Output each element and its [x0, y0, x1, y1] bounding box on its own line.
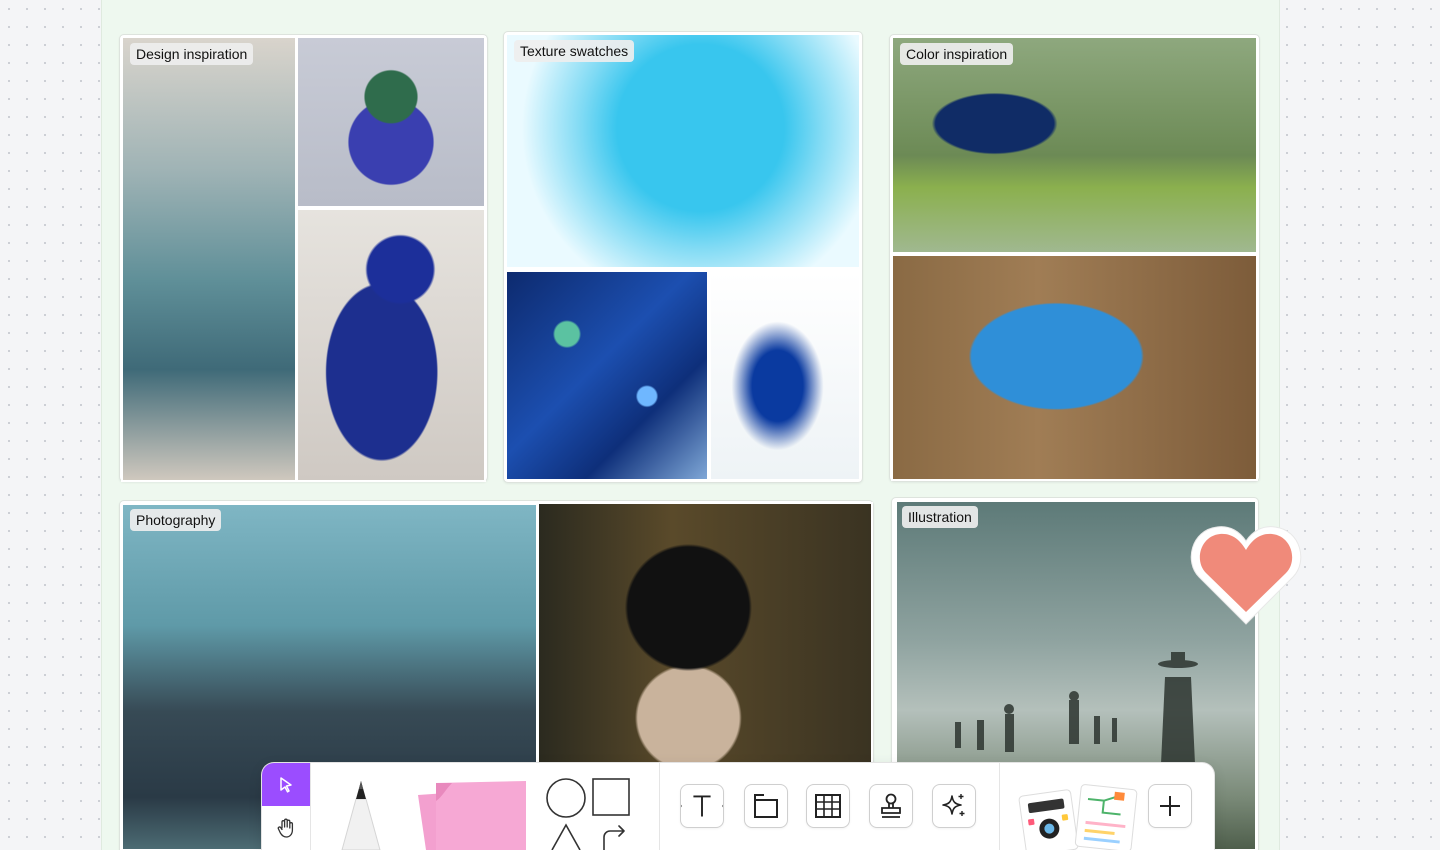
toolbar-divider — [310, 763, 311, 850]
sticky-note-tool-button[interactable] — [412, 779, 530, 850]
plus-icon — [1160, 796, 1180, 816]
bottom-toolbar: Jambot — [262, 763, 1214, 850]
text-icon — [681, 795, 723, 817]
powder-photo[interactable] — [505, 33, 861, 269]
sparkle-icon — [942, 794, 965, 816]
frame-tool-button[interactable] — [744, 784, 788, 828]
section-label: Photography — [130, 509, 222, 531]
cursor-icon — [280, 776, 292, 793]
bow-fashion-photo[interactable] — [296, 36, 486, 208]
design-inspiration-frame[interactable]: Design inspiration — [119, 34, 488, 482]
chameleon-photo[interactable] — [891, 254, 1258, 481]
table-icon — [815, 794, 841, 818]
text-tool-button[interactable] — [680, 784, 724, 828]
table-tool-button[interactable] — [806, 784, 850, 828]
heart-icon — [1190, 526, 1302, 625]
ruffle-fashion-photo[interactable] — [296, 208, 486, 482]
sequins-photo[interactable] — [505, 270, 709, 481]
ink-photo[interactable] — [709, 270, 861, 481]
apps-icon — [1018, 784, 1138, 850]
section-label: Color inspiration — [900, 43, 1014, 65]
ai-tool-button[interactable] — [932, 784, 976, 828]
pan-tool-button[interactable] — [262, 806, 310, 850]
beetle-photo[interactable] — [891, 36, 1258, 254]
hand-icon — [277, 818, 294, 838]
select-tool-button[interactable] — [262, 763, 310, 806]
toolbar-divider — [999, 763, 1000, 850]
apps-tool-button[interactable]: Jambot — [1016, 779, 1138, 850]
heart-sticker[interactable] — [1190, 520, 1302, 628]
frame-icon — [754, 794, 778, 818]
runway-photo[interactable] — [121, 36, 297, 482]
color-inspiration-frame[interactable]: Color inspiration — [889, 34, 1260, 482]
shapes-icon — [546, 778, 630, 850]
sticky-note-icon — [418, 781, 526, 850]
texture-swatches-frame[interactable]: Texture swatches — [503, 31, 863, 483]
toolbar-divider — [659, 763, 660, 850]
stamp-tool-button[interactable] — [869, 784, 913, 828]
section-label: Texture swatches — [514, 40, 635, 62]
section-label: Illustration — [902, 506, 978, 528]
shapes-tool-button[interactable] — [542, 775, 634, 850]
pen-tool-button[interactable] — [330, 777, 392, 850]
add-tool-button[interactable] — [1148, 784, 1192, 828]
section-label: Design inspiration — [130, 43, 254, 65]
pen-icon — [341, 781, 381, 850]
stamp-icon — [881, 793, 901, 818]
